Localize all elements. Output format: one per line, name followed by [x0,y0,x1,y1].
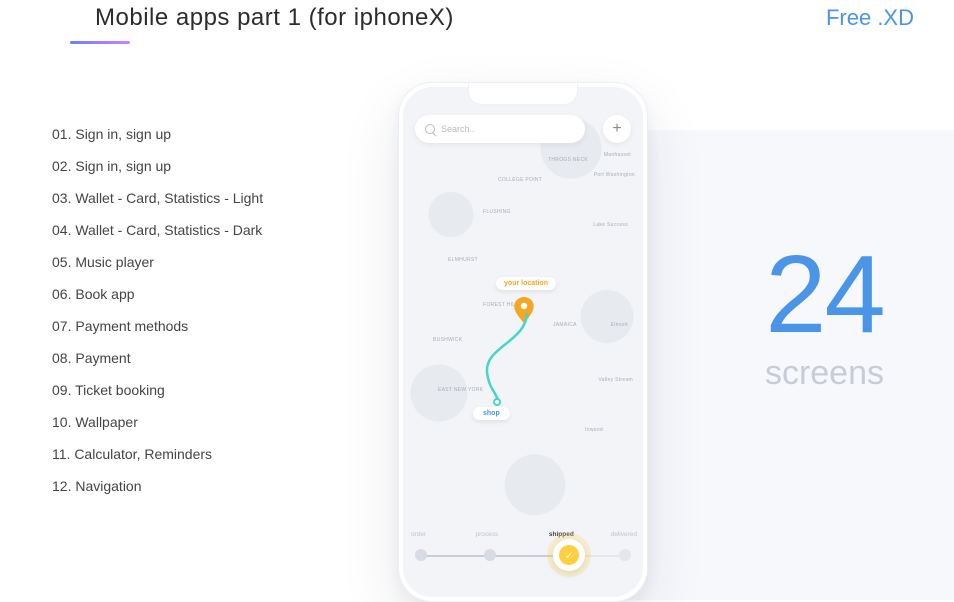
shop-chip: shop [473,407,510,420]
step-dot-active[interactable]: ✓ [553,539,585,571]
list-item: 12. Navigation [52,470,263,502]
screen-count: 24 screens [765,240,884,393]
map-screen: COLLEGE POINT FLUSHING ELMHURST FOREST H… [403,87,643,597]
progress-stepper: order process shipped delivered ✓ [415,521,631,579]
map-label: COLLEGE POINT [498,177,542,183]
shop-marker [493,398,501,406]
step-dot[interactable] [484,549,496,561]
check-icon: ✓ [559,545,579,565]
location-chip: your location [496,277,556,290]
plus-icon: + [612,120,621,138]
list-item: 05. Music player [52,246,263,278]
title-underline [70,41,130,44]
count-label: screens [765,354,884,393]
list-item: 02. Sign in, sign up [52,150,263,182]
step-dot[interactable] [619,549,631,561]
map-label: Port Washington [594,172,635,178]
list-item: 10. Wallpaper [52,406,263,438]
step-label: order [411,531,426,538]
list-item: 01. Sign in, sign up [52,118,263,150]
screen-list: 01. Sign in, sign up 02. Sign in, sign u… [52,118,263,502]
list-item: 07. Payment methods [52,310,263,342]
phone-mockup: COLLEGE POINT FLUSHING ELMHURST FOREST H… [398,82,648,602]
map-label: Inwood [585,427,603,433]
free-badge: Free .XD [826,5,914,31]
step-label-active: shipped [549,531,574,538]
list-item: 08. Payment [52,342,263,374]
list-item: 06. Book app [52,278,263,310]
route-path [475,312,545,412]
list-item: 03. Wallet - Card, Statistics - Light [52,182,263,214]
search-icon [425,124,435,134]
list-item: 04. Wallet - Card, Statistics - Dark [52,214,263,246]
map-label: ELMHURST [448,257,478,263]
count-number: 24 [765,240,884,350]
step-label: process [475,531,498,538]
map-label: BUSHWICK [433,337,462,343]
map-label: Elmont [611,322,628,328]
search-placeholder: Search.. [441,124,475,134]
list-item: 09. Ticket booking [52,374,263,406]
search-bar[interactable]: Search.. [415,115,585,143]
step-track [420,555,626,557]
page-title: Mobile apps part 1 (for iphoneX) [95,4,454,32]
list-item: 11. Calculator, Reminders [52,438,263,470]
phone-notch [468,83,578,105]
map-label: JAMAICA [553,322,577,328]
map-label: Lake Success [593,222,628,228]
map-label: THROGS NECK [548,157,588,163]
step-dot[interactable] [415,549,427,561]
map-label: FLUSHING [483,209,511,215]
step-label: delivered [611,531,637,538]
map-label: Manhasset [604,152,631,158]
add-button[interactable]: + [603,115,631,143]
header: Mobile apps part 1 (for iphoneX) Free .X… [95,4,914,32]
map-label: Valley Stream [598,377,633,383]
